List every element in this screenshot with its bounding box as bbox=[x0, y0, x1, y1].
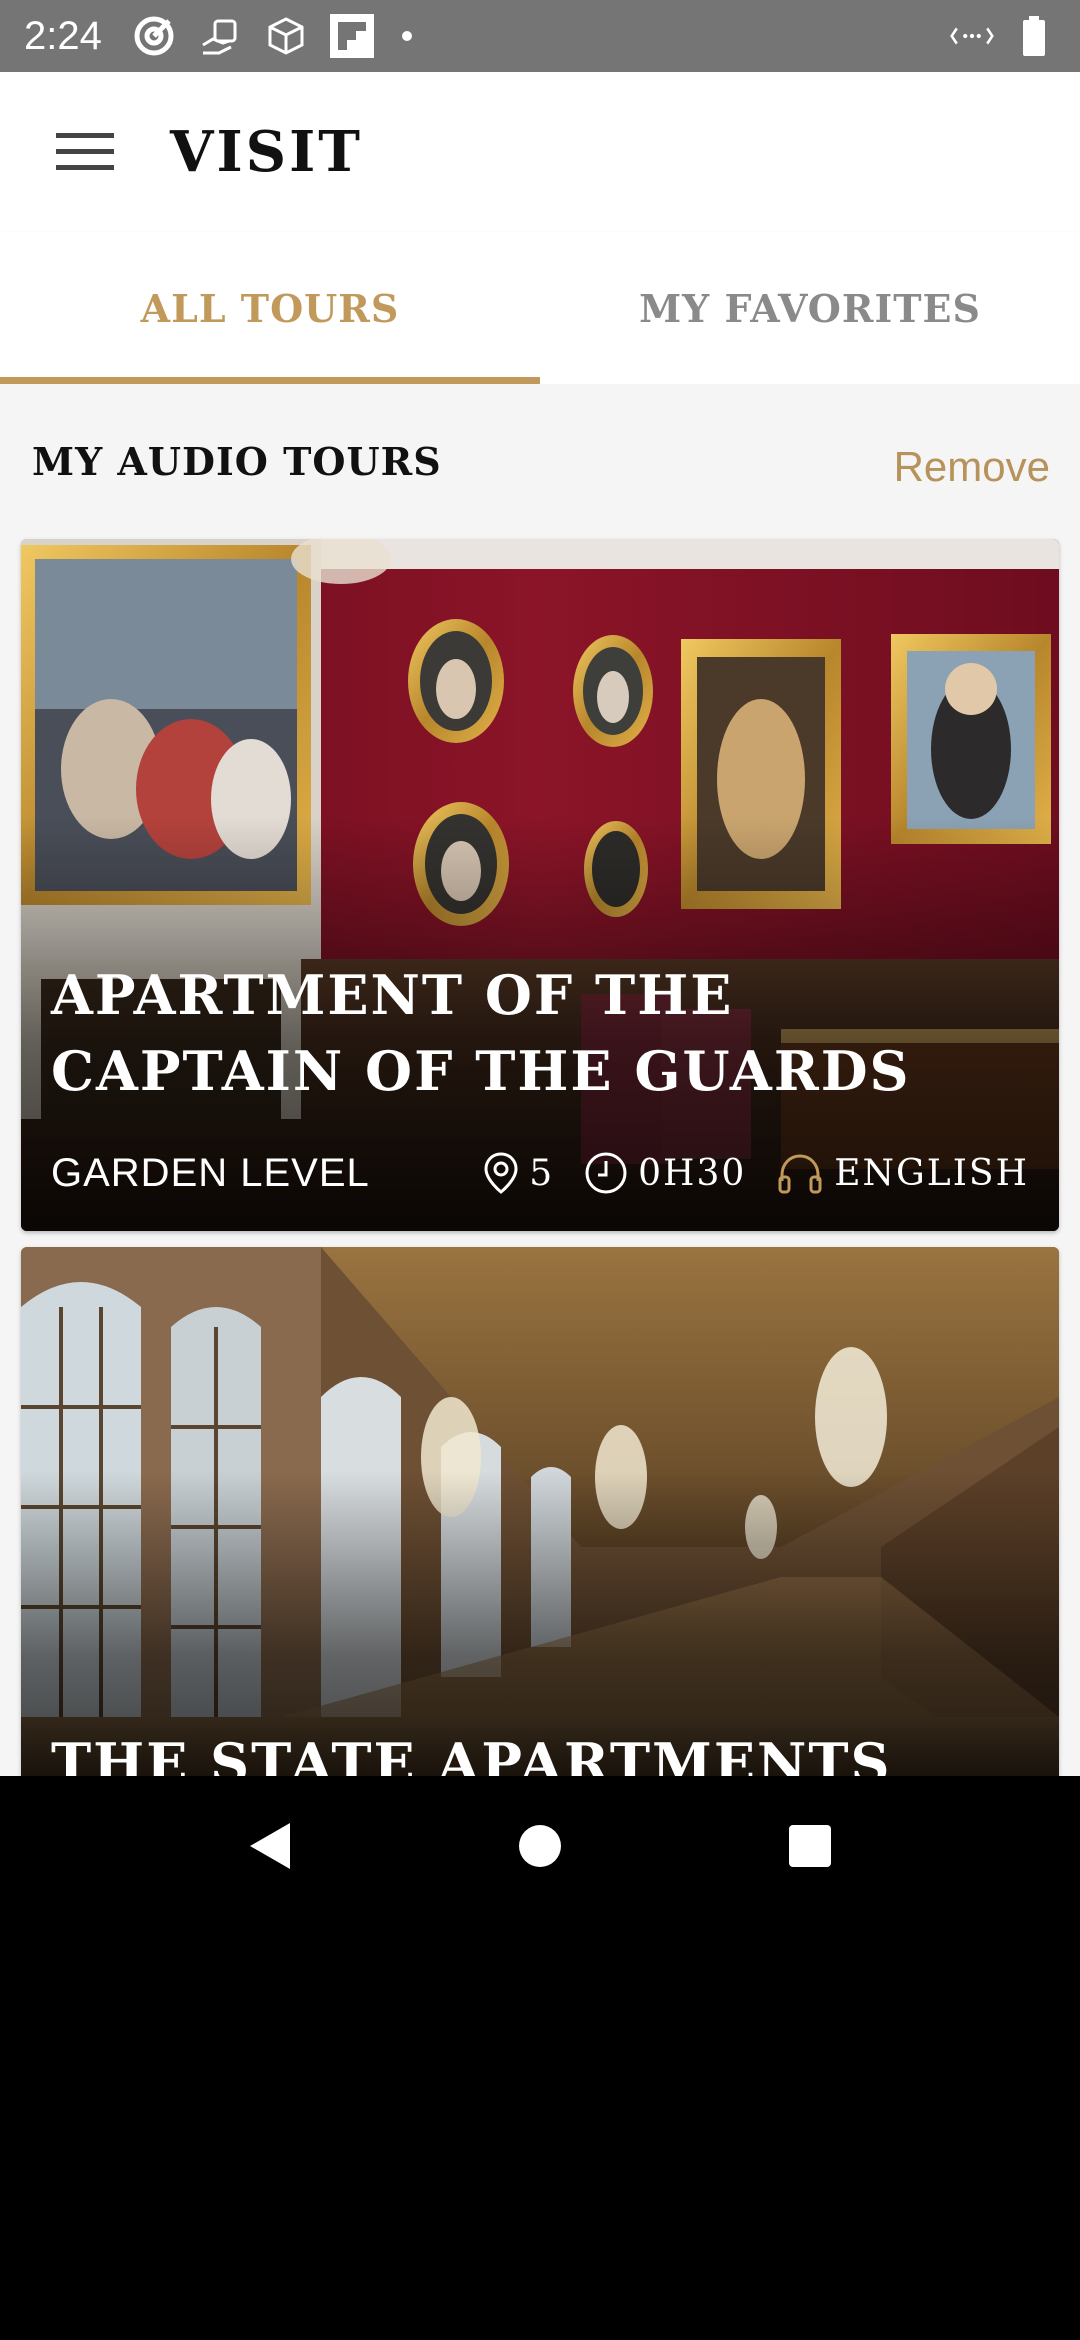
language-item: ENGLISH bbox=[776, 1151, 1029, 1195]
status-bar: 2:24 bbox=[0, 0, 1080, 72]
section-header: MY AUDIO TOURS Remove bbox=[0, 384, 1080, 539]
section-title: MY AUDIO TOURS bbox=[32, 439, 442, 484]
battery-icon bbox=[1012, 14, 1056, 58]
recents-icon[interactable] bbox=[675, 1776, 945, 1916]
tour-language: ENGLISH bbox=[834, 1152, 1029, 1194]
app-bar: VISIT bbox=[0, 72, 1080, 232]
back-icon[interactable] bbox=[135, 1776, 405, 1916]
tab-all-tours[interactable]: ALL TOURS bbox=[0, 232, 540, 384]
notification-icons bbox=[132, 14, 412, 58]
dot-icon bbox=[401, 31, 412, 41]
stops-item: 5 bbox=[483, 1151, 554, 1195]
tour-card[interactable]: APARTMENT OF THE CAPTAIN OF THE GUARDS G… bbox=[21, 539, 1059, 1231]
duration-item: 0H30 bbox=[584, 1151, 746, 1195]
tour-stops: 5 bbox=[529, 1152, 555, 1194]
remove-button[interactable]: Remove bbox=[894, 433, 1050, 491]
tour-title: APARTMENT OF THE CAPTAIN OF THE GUARDS bbox=[51, 963, 911, 1103]
tour-duration: 0H30 bbox=[638, 1152, 747, 1194]
status-time: 2:24 bbox=[24, 13, 102, 58]
page-title: VISIT bbox=[170, 119, 363, 185]
hamburger-menu-icon[interactable] bbox=[0, 72, 170, 232]
hand-payment-icon bbox=[198, 14, 242, 58]
tour-level: GARDEN LEVEL bbox=[51, 1150, 370, 1195]
system-status-icons bbox=[950, 14, 1056, 58]
headphones-icon bbox=[778, 1154, 822, 1194]
tour-card[interactable]: THE STATE APARTMENTS bbox=[21, 1247, 1059, 1776]
home-icon[interactable] bbox=[405, 1776, 675, 1916]
location-pin-icon bbox=[484, 1152, 518, 1194]
tab-bar: ALL TOURS MY FAVORITES bbox=[0, 232, 1080, 384]
tab-my-favorites[interactable]: MY FAVORITES bbox=[540, 232, 1080, 384]
tour-meta: GARDEN LEVEL 5 0H30 ENGLISH bbox=[51, 1145, 1029, 1201]
navigation-bar bbox=[0, 1776, 1080, 1916]
clock-icon bbox=[585, 1152, 627, 1194]
box-icon bbox=[264, 14, 308, 58]
content-area: MY AUDIO TOURS Remove APARTMENT OF THE C… bbox=[0, 384, 1080, 1776]
tour-title: THE STATE APARTMENTS bbox=[51, 1731, 892, 1776]
data-saver-icon bbox=[950, 14, 994, 58]
tour-meta-right: 5 0H30 ENGLISH bbox=[453, 1151, 1029, 1195]
flipboard-icon bbox=[329, 14, 374, 58]
target-icon bbox=[132, 14, 176, 58]
